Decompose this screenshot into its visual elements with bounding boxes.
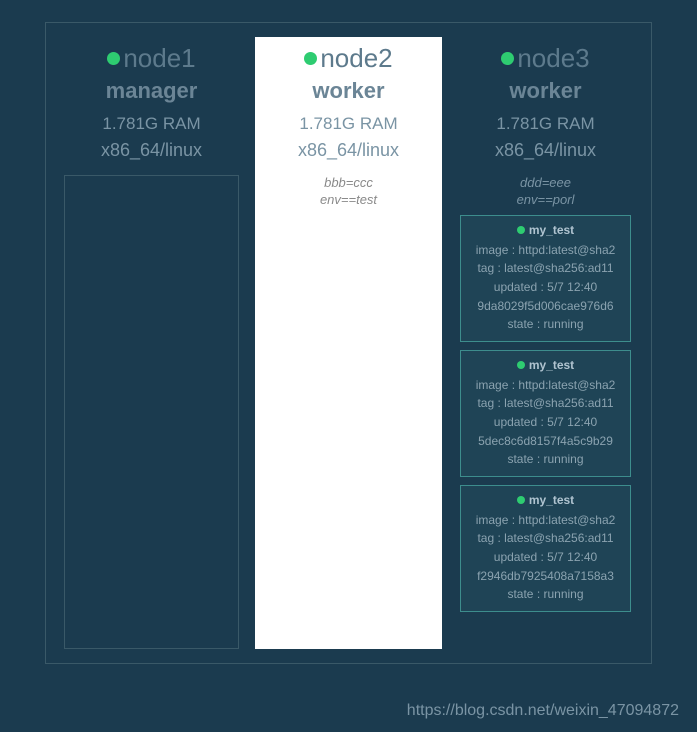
node-header: node1 bbox=[107, 37, 195, 74]
task-name: my_test bbox=[529, 358, 574, 372]
node-column-node2[interactable]: node2 worker 1.781G RAM x86_64/linux bbb… bbox=[255, 37, 442, 649]
node-label: env==porl bbox=[517, 192, 575, 209]
task-name: my_test bbox=[529, 223, 574, 237]
swarm-container: node1 manager 1.781G RAM x86_64/linux no… bbox=[45, 22, 652, 664]
node-name: node1 bbox=[123, 43, 195, 74]
node-label: env==test bbox=[320, 192, 377, 209]
task-title: my_test bbox=[463, 493, 628, 507]
node-ram: 1.781G RAM bbox=[496, 114, 594, 134]
node-ram: 1.781G RAM bbox=[299, 114, 397, 134]
task-tag: tag : latest@sha256:ad11 bbox=[463, 259, 628, 278]
node-label: ddd=eee bbox=[517, 175, 575, 192]
status-dot-icon bbox=[107, 52, 120, 65]
node-labels: ddd=eee env==porl bbox=[517, 175, 575, 209]
task-state: state : running bbox=[463, 585, 628, 604]
node-header: node2 bbox=[304, 37, 392, 74]
task-image: image : httpd:latest@sha2 bbox=[463, 511, 628, 530]
task-tag: tag : latest@sha256:ad11 bbox=[463, 394, 628, 413]
status-dot-icon bbox=[517, 361, 525, 369]
node-role: worker bbox=[312, 78, 384, 104]
status-dot-icon bbox=[501, 52, 514, 65]
node-arch: x86_64/linux bbox=[298, 140, 399, 161]
task-name: my_test bbox=[529, 493, 574, 507]
task-state: state : running bbox=[463, 315, 628, 334]
node-role: manager bbox=[106, 78, 198, 104]
node-header: node3 bbox=[501, 37, 589, 74]
node-labels: bbb=ccc env==test bbox=[320, 175, 377, 209]
status-dot-icon bbox=[517, 496, 525, 504]
task-title: my_test bbox=[463, 358, 628, 372]
node-column-node1[interactable]: node1 manager 1.781G RAM x86_64/linux bbox=[58, 37, 245, 649]
node-label: bbb=ccc bbox=[320, 175, 377, 192]
task-id: 9da8029f5d006cae976d6 bbox=[463, 297, 628, 316]
node-tasks-box bbox=[64, 175, 240, 649]
task-updated: updated : 5/7 12:40 bbox=[463, 278, 628, 297]
node-name: node2 bbox=[320, 43, 392, 74]
node-name: node3 bbox=[517, 43, 589, 74]
task-id: 5dec8c6d8157f4a5c9b29 bbox=[463, 432, 628, 451]
status-dot-icon bbox=[517, 226, 525, 234]
task-image: image : httpd:latest@sha2 bbox=[463, 241, 628, 260]
task-title: my_test bbox=[463, 223, 628, 237]
node-role: worker bbox=[509, 78, 581, 104]
task-updated: updated : 5/7 12:40 bbox=[463, 413, 628, 432]
node-ram: 1.781G RAM bbox=[102, 114, 200, 134]
watermark-text: https://blog.csdn.net/weixin_47094872 bbox=[407, 702, 679, 720]
task-updated: updated : 5/7 12:40 bbox=[463, 548, 628, 567]
task-tag: tag : latest@sha256:ad11 bbox=[463, 529, 628, 548]
task-card[interactable]: my_test image : httpd:latest@sha2 tag : … bbox=[460, 350, 631, 477]
node-column-node3[interactable]: node3 worker 1.781G RAM x86_64/linux ddd… bbox=[452, 37, 639, 649]
task-card[interactable]: my_test image : httpd:latest@sha2 tag : … bbox=[460, 215, 631, 342]
node-arch: x86_64/linux bbox=[101, 140, 202, 161]
task-card[interactable]: my_test image : httpd:latest@sha2 tag : … bbox=[460, 485, 631, 612]
task-state: state : running bbox=[463, 450, 628, 469]
task-id: f2946db7925408a7158a3 bbox=[463, 567, 628, 586]
task-image: image : httpd:latest@sha2 bbox=[463, 376, 628, 395]
status-dot-icon bbox=[304, 52, 317, 65]
tasks-area: my_test image : httpd:latest@sha2 tag : … bbox=[452, 215, 639, 612]
node-arch: x86_64/linux bbox=[495, 140, 596, 161]
